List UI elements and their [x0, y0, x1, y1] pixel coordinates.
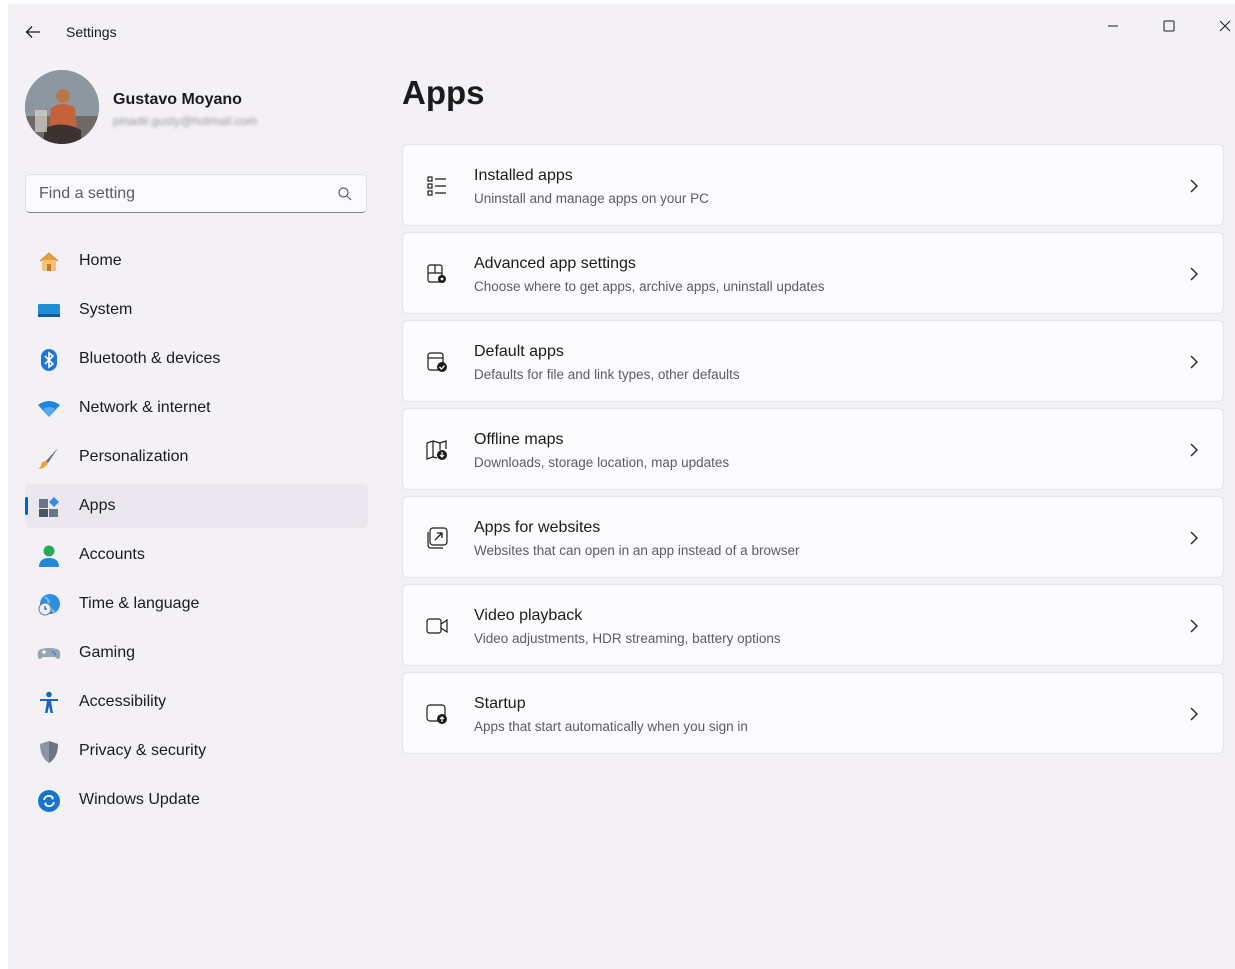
- sidebar-item-accessibility[interactable]: Accessibility: [25, 680, 368, 724]
- sidebar-item-label: Network & internet: [79, 399, 211, 416]
- sidebar-item-privacy[interactable]: Privacy & security: [25, 729, 368, 773]
- list-icon: [427, 176, 446, 196]
- user-name: Gustavo Moyano: [113, 91, 242, 108]
- brush-icon: [37, 446, 61, 470]
- close-button[interactable]: [1202, 12, 1235, 40]
- gamepad-icon: [37, 642, 61, 666]
- card-video-playback[interactable]: Video playback Video adjustments, HDR st…: [402, 584, 1224, 666]
- card-description: Websites that can open in an app instead…: [474, 543, 800, 558]
- sidebar-item-label: Bluetooth & devices: [79, 350, 221, 367]
- sidebar-item-label: Time & language: [79, 595, 200, 612]
- card-description: Defaults for file and link types, other …: [474, 367, 740, 382]
- bluetooth-icon: [37, 348, 61, 372]
- search-icon[interactable]: [337, 186, 353, 202]
- startup-icon: [426, 704, 447, 724]
- apps-icon: [37, 495, 61, 519]
- chevron-right-icon: [1190, 531, 1198, 545]
- card-description: Downloads, storage location, map updates: [474, 455, 730, 470]
- person-icon: [37, 544, 61, 568]
- app-title: Settings: [66, 24, 117, 40]
- chevron-right-icon: [1190, 179, 1198, 193]
- maximize-button[interactable]: [1146, 12, 1192, 40]
- card-description: Uninstall and manage apps on your PC: [474, 191, 709, 206]
- user-email: pinadir.gusty@hotmail.com: [113, 114, 258, 128]
- settings-window: Settings Gustavo Moyano pinadir.gusty@ho…: [8, 4, 1235, 969]
- sidebar-item-label: Accounts: [79, 546, 145, 563]
- card-apps-for-websites[interactable]: Apps for websites Websites that can open…: [402, 496, 1224, 578]
- back-arrow-icon: [25, 26, 40, 38]
- page-title: Apps: [402, 74, 485, 111]
- settings-card-list: Installed apps Uninstall and manage apps…: [402, 144, 1224, 760]
- card-default-apps[interactable]: Default apps Defaults for file and link …: [402, 320, 1224, 402]
- sidebar-item-label: Gaming: [79, 644, 136, 661]
- chevron-right-icon: [1190, 707, 1198, 721]
- card-title: Video playback: [474, 607, 583, 624]
- close-icon: [1219, 20, 1231, 32]
- video-icon: [426, 618, 448, 634]
- card-title: Offline maps: [474, 431, 564, 448]
- search-box[interactable]: [25, 174, 367, 213]
- avatar[interactable]: [25, 70, 99, 144]
- card-installed-apps[interactable]: Installed apps Uninstall and manage apps…: [402, 144, 1224, 226]
- search-input[interactable]: [26, 175, 366, 212]
- chevron-right-icon: [1190, 443, 1198, 457]
- sidebar-item-gaming[interactable]: Gaming: [25, 631, 368, 675]
- card-startup[interactable]: Startup Apps that start automatically wh…: [402, 672, 1224, 754]
- sidebar-item-label: System: [79, 301, 133, 318]
- card-title: Installed apps: [474, 167, 573, 184]
- card-offline-maps[interactable]: Offline maps Downloads, storage location…: [402, 408, 1224, 490]
- avatar-photo: [25, 70, 99, 144]
- system-icon: [37, 299, 61, 323]
- card-title: Apps for websites: [474, 519, 601, 536]
- shield-icon: [37, 740, 61, 764]
- card-description: Choose where to get apps, archive apps, …: [474, 279, 825, 294]
- chevron-right-icon: [1190, 619, 1198, 633]
- sidebar-item-personalization[interactable]: Personalization: [25, 435, 368, 479]
- sidebar-nav: Home System Bluetooth & devices Network …: [25, 239, 368, 827]
- minimize-button[interactable]: [1090, 12, 1136, 40]
- sidebar-item-label: Personalization: [79, 448, 189, 465]
- card-title: Default apps: [474, 343, 564, 360]
- title-bar: Settings: [8, 4, 1235, 52]
- chevron-right-icon: [1190, 267, 1198, 281]
- map-download-icon: [426, 440, 447, 460]
- maximize-icon: [1163, 20, 1175, 32]
- card-title: Startup: [474, 695, 526, 712]
- sidebar-item-label: Accessibility: [79, 693, 167, 710]
- selection-indicator: [25, 497, 28, 515]
- sidebar-item-label: Windows Update: [79, 791, 200, 808]
- globe-clock-icon: [37, 593, 61, 617]
- sidebar-item-label: Apps: [79, 497, 116, 514]
- minimize-icon: [1108, 25, 1118, 27]
- card-description: Video adjustments, HDR streaming, batter…: [474, 631, 781, 646]
- sidebar-item-time-language[interactable]: Time & language: [25, 582, 368, 626]
- card-description: Apps that start automatically when you s…: [474, 719, 748, 734]
- app-settings-icon: [427, 264, 446, 283]
- back-button[interactable]: [22, 22, 44, 42]
- sidebar-item-network[interactable]: Network & internet: [25, 386, 368, 430]
- sidebar-item-apps[interactable]: Apps: [25, 484, 368, 528]
- sidebar-item-home[interactable]: Home: [25, 239, 368, 283]
- wifi-icon: [37, 397, 61, 421]
- default-apps-icon: [427, 352, 447, 372]
- sidebar-item-system[interactable]: System: [25, 288, 368, 332]
- home-icon: [37, 250, 61, 274]
- card-advanced-app-settings[interactable]: Advanced app settings Choose where to ge…: [402, 232, 1224, 314]
- card-title: Advanced app settings: [474, 255, 636, 272]
- update-icon: [37, 789, 61, 813]
- accessibility-icon: [37, 691, 61, 715]
- sidebar-item-windows-update[interactable]: Windows Update: [25, 778, 368, 822]
- sidebar-item-bluetooth[interactable]: Bluetooth & devices: [25, 337, 368, 381]
- sidebar-item-accounts[interactable]: Accounts: [25, 533, 368, 577]
- sidebar-item-label: Home: [79, 252, 122, 269]
- sidebar-item-label: Privacy & security: [79, 742, 207, 759]
- open-in-app-icon: [427, 527, 448, 549]
- chevron-right-icon: [1190, 355, 1198, 369]
